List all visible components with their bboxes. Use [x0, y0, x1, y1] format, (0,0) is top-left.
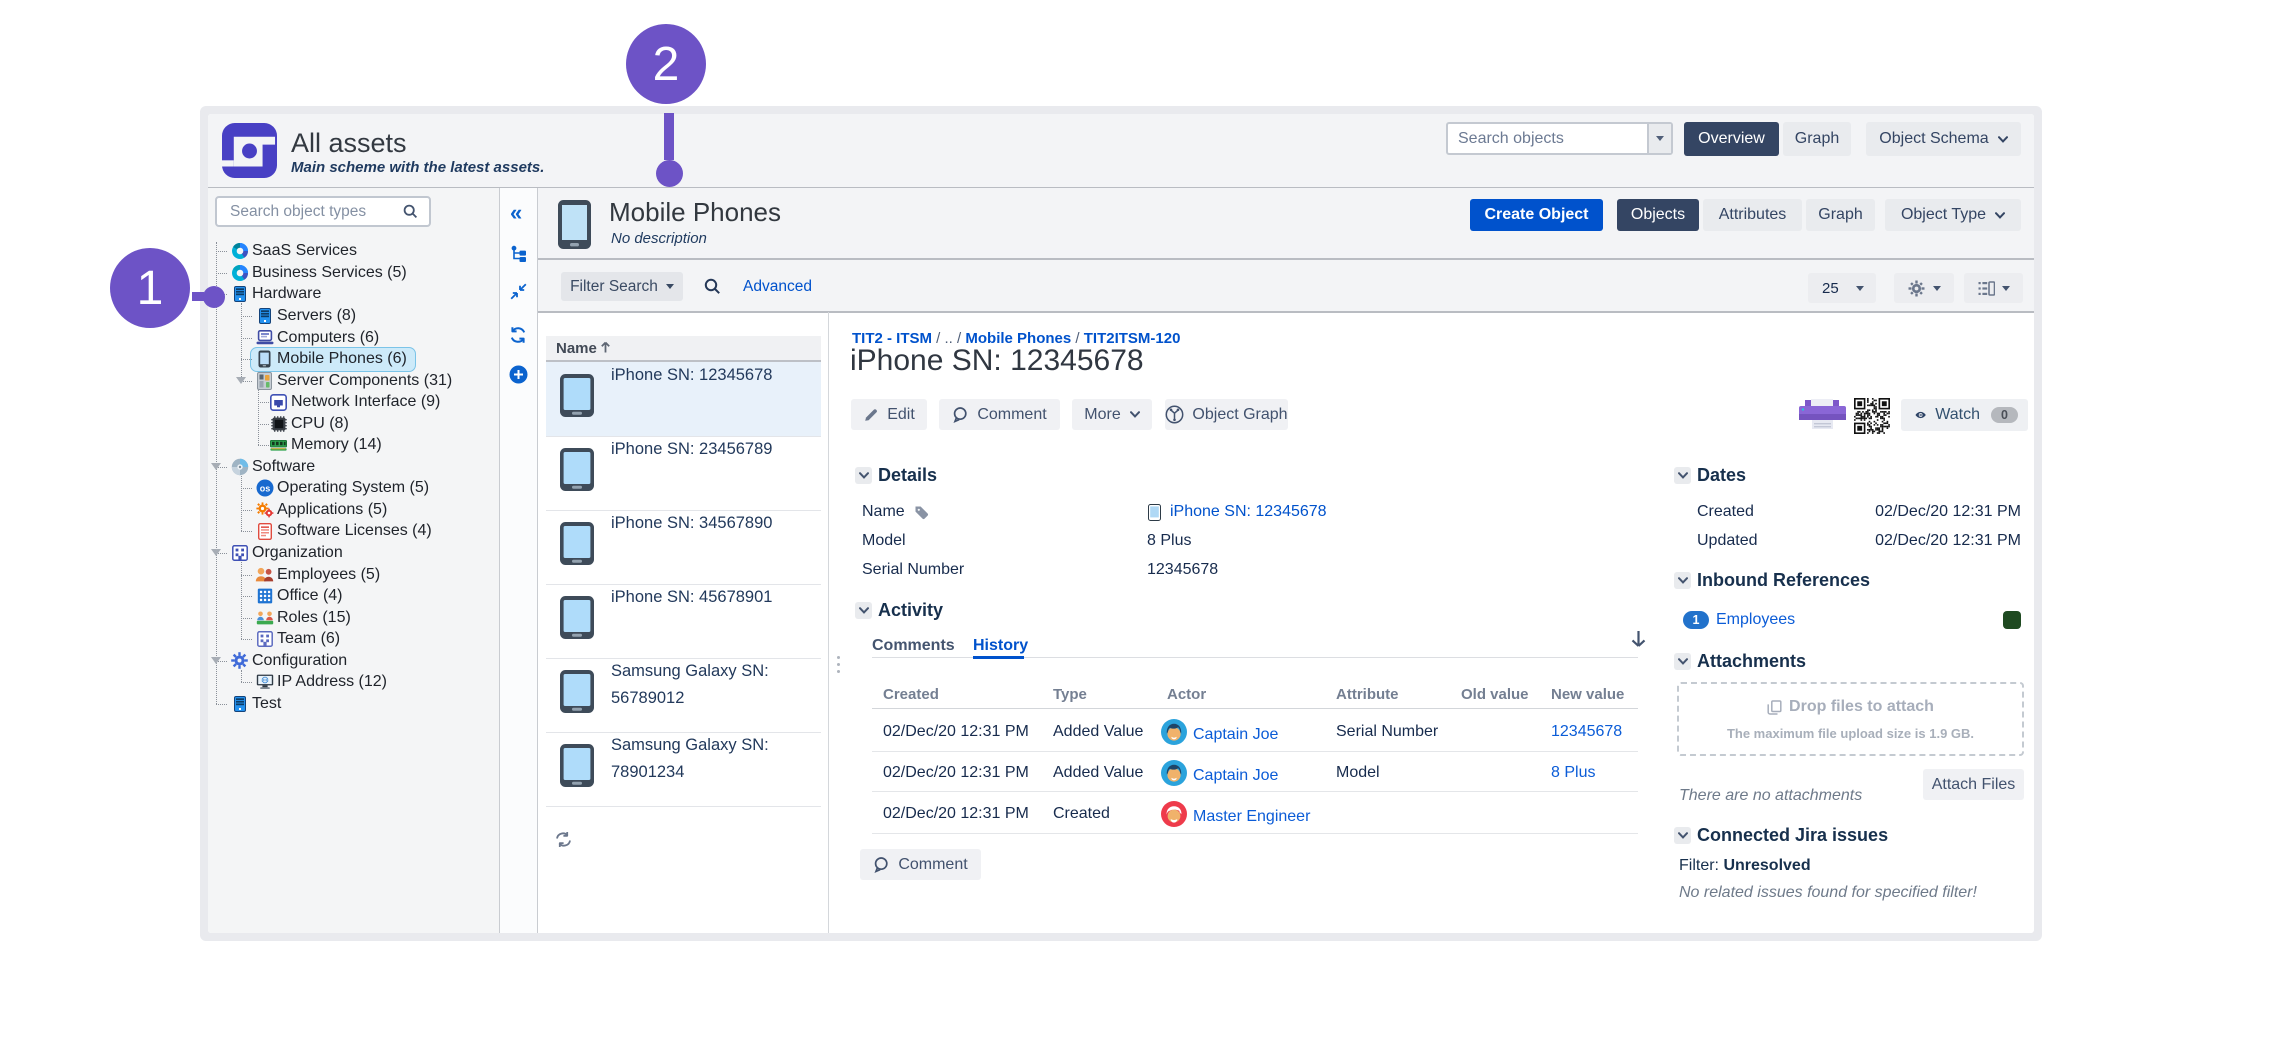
svg-text:os: os [259, 484, 270, 494]
